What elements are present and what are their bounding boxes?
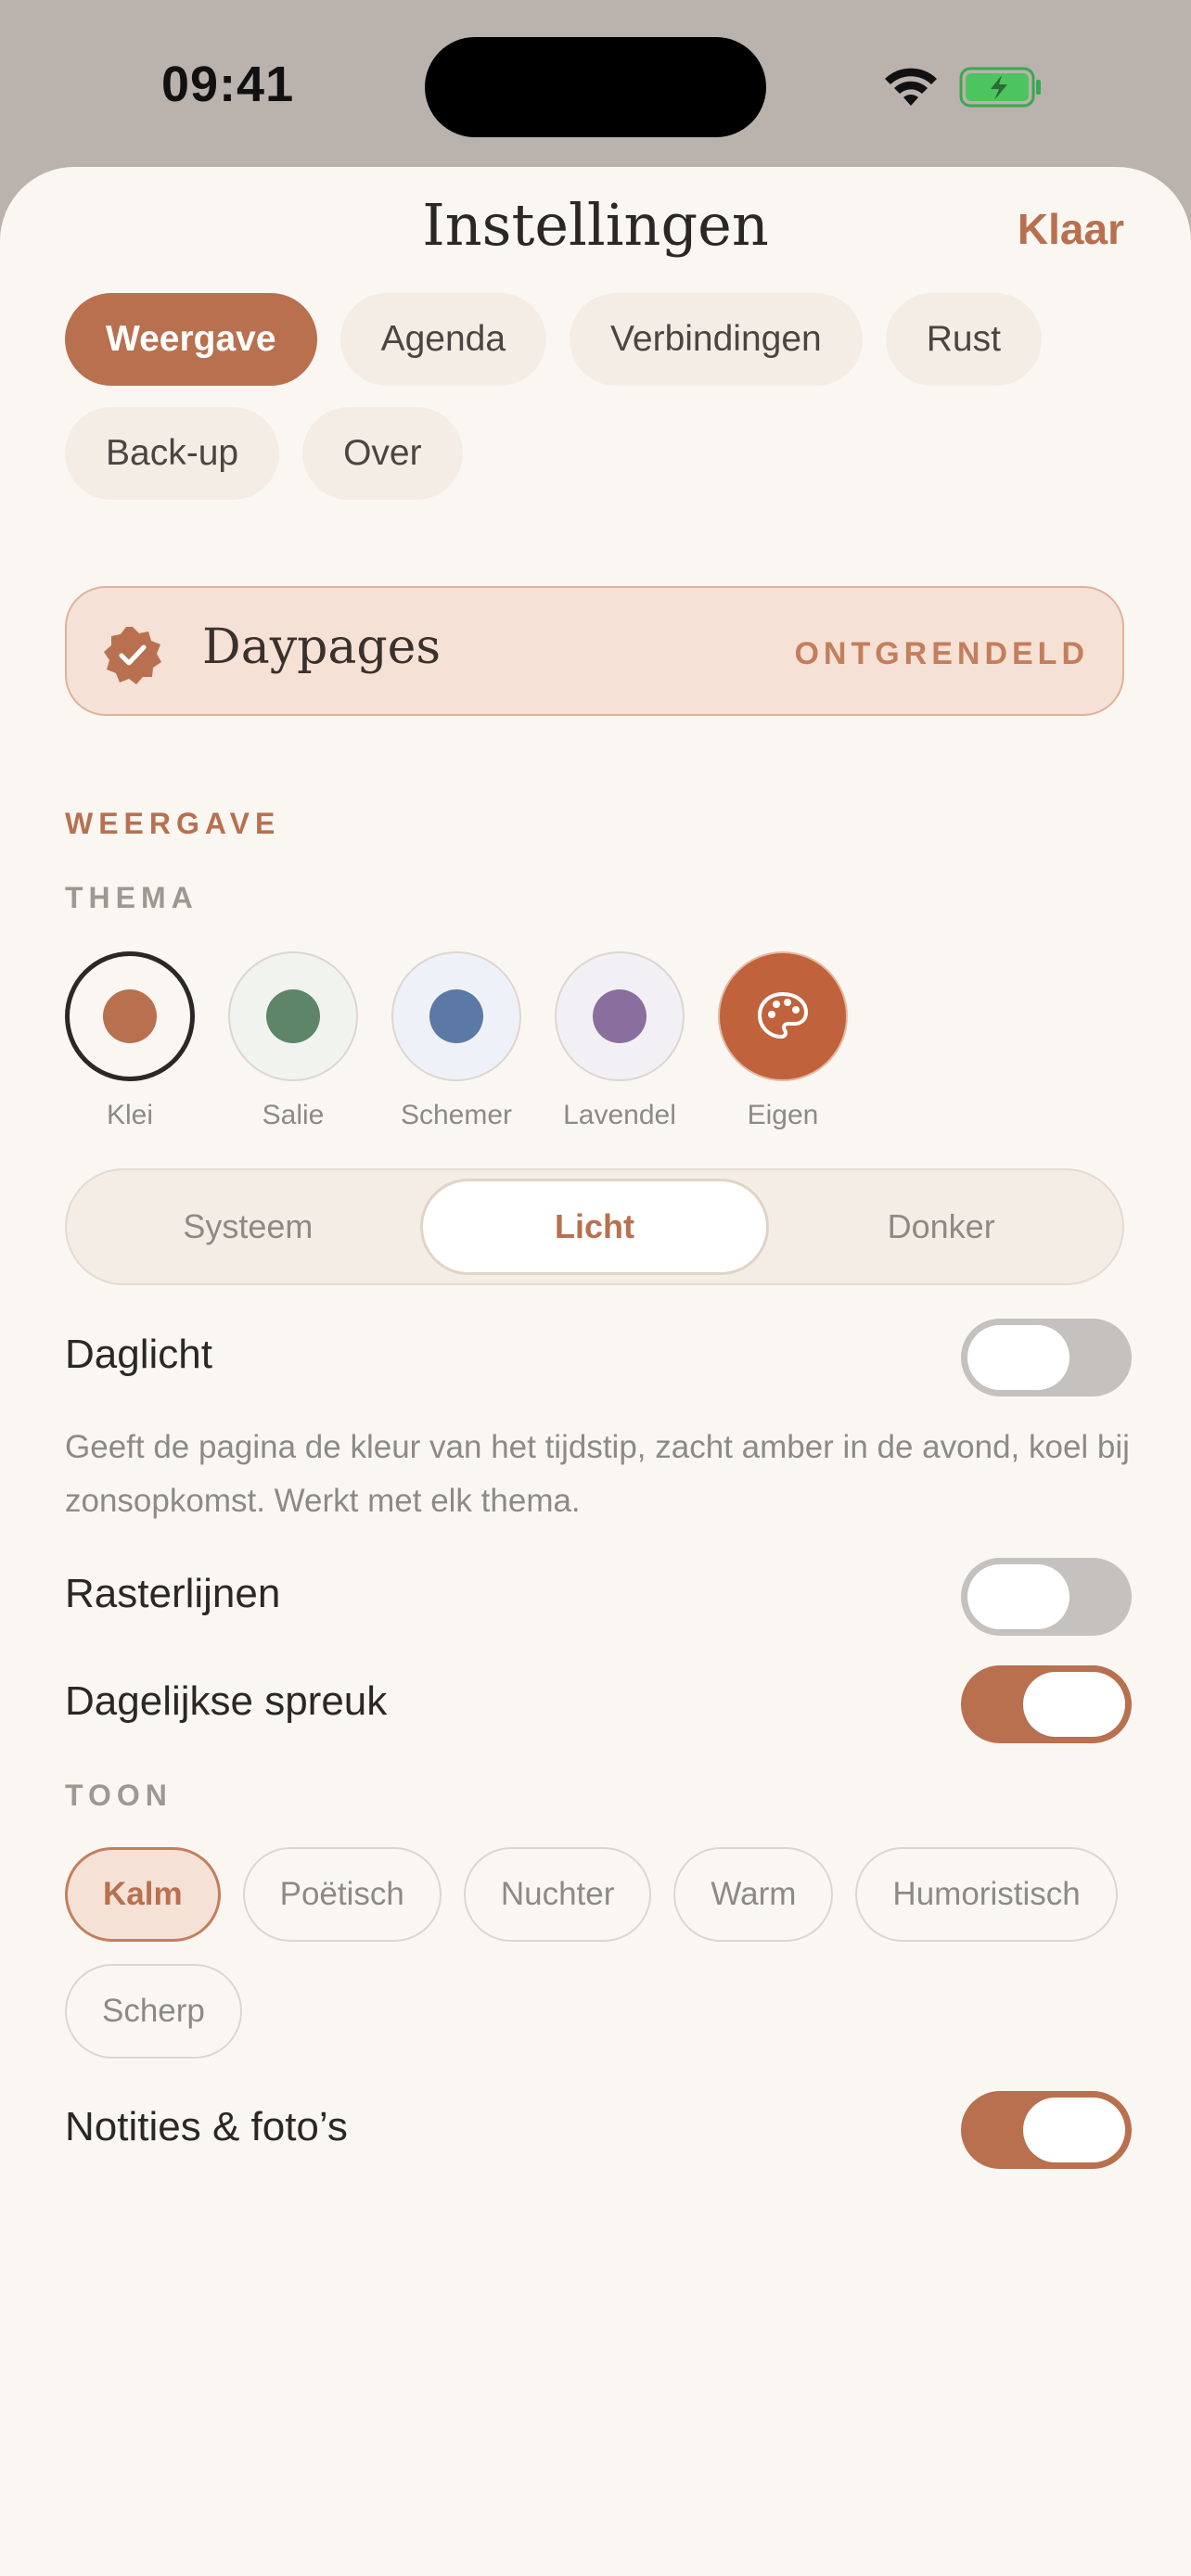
- theme-option-lavendel[interactable]: Lavendel: [555, 951, 685, 1131]
- tone-option-nuchter[interactable]: Nuchter: [463, 1847, 652, 1942]
- tab-rust[interactable]: Rust: [885, 293, 1042, 386]
- theme-swatch: [718, 951, 848, 1081]
- theme-picker: Klei Salie Schemer Lavendel Eigen: [65, 951, 848, 1131]
- theme-swatch: [555, 951, 685, 1081]
- appearance-option-licht[interactable]: Licht: [419, 1179, 770, 1275]
- daylight-label: Daglicht: [65, 1332, 212, 1377]
- tab-verbindingen[interactable]: Verbindingen: [570, 293, 863, 386]
- theme-label: Schemer: [400, 1100, 513, 1130]
- settings-sheet: Instellingen Klaar Weergave Agenda Verbi…: [0, 167, 1191, 2576]
- gridlines-row: Rasterlijnen: [65, 1558, 1132, 1636]
- battery-icon: [959, 67, 1041, 108]
- theme-label: Klei: [106, 1100, 154, 1130]
- notes-photos-toggle[interactable]: [961, 2091, 1132, 2169]
- settings-tabs: Weergave Agenda Verbindingen Rust Back-u…: [65, 293, 1132, 500]
- tone-option-scherp[interactable]: Scherp: [65, 1964, 242, 2059]
- gridlines-label: Rasterlijnen: [65, 1571, 281, 1616]
- theme-swatch: [391, 951, 521, 1081]
- tab-back-up[interactable]: Back-up: [65, 407, 280, 500]
- tone-option-warm[interactable]: Warm: [673, 1847, 834, 1942]
- daily-quote-row: Dagelijkse spreuk: [65, 1665, 1132, 1743]
- theme-option-klei[interactable]: Klei: [65, 951, 195, 1131]
- appearance-option-systeem[interactable]: Systeem: [76, 1179, 420, 1275]
- tone-option-kalm[interactable]: Kalm: [65, 1847, 221, 1942]
- tab-weergave[interactable]: Weergave: [65, 293, 317, 386]
- theme-label: Eigen: [747, 1100, 819, 1130]
- notes-photos-label: Notities & foto’s: [65, 2104, 348, 2149]
- dynamic-island: [425, 37, 766, 137]
- theme-swatch: [65, 951, 195, 1081]
- tab-over[interactable]: Over: [302, 407, 463, 500]
- tone-option-poetisch[interactable]: Poëtisch: [242, 1847, 442, 1942]
- daily-quote-label: Dagelijkse spreuk: [65, 1678, 388, 1724]
- appearance-segmented-control: Systeem Licht Donker: [65, 1168, 1124, 1285]
- theme-label: Salie: [262, 1100, 325, 1130]
- tone-option-humoristisch[interactable]: Humoristisch: [855, 1847, 1118, 1942]
- daylight-row: Daglicht: [65, 1319, 1132, 1396]
- status-bar: 09:41: [0, 0, 1191, 167]
- palette-icon: [757, 991, 809, 1039]
- pro-banner[interactable]: Daypages ONTGRENDELD: [65, 586, 1124, 716]
- theme-option-eigen[interactable]: Eigen: [718, 951, 848, 1131]
- page-title: Instellingen: [422, 191, 769, 259]
- appearance-option-donker[interactable]: Donker: [769, 1179, 1113, 1275]
- pro-status-badge: ONTGRENDELD: [794, 636, 1089, 671]
- gridlines-toggle[interactable]: [961, 1558, 1132, 1636]
- theme-option-salie[interactable]: Salie: [228, 951, 358, 1131]
- theme-label: THEMA: [65, 881, 198, 914]
- notes-photos-row: Notities & foto’s: [65, 2091, 1132, 2169]
- theme-option-schemer[interactable]: Schemer: [391, 951, 521, 1131]
- done-button[interactable]: Klaar: [1018, 204, 1124, 254]
- tab-agenda[interactable]: Agenda: [339, 293, 547, 386]
- wifi-icon: [885, 68, 937, 106]
- verified-badge-icon: [104, 627, 161, 684]
- tone-picker: Kalm Poëtisch Nuchter Warm Humoristisch …: [65, 1847, 1132, 2059]
- theme-swatch: [228, 951, 358, 1081]
- daylight-toggle[interactable]: [961, 1319, 1132, 1396]
- theme-label: Lavendel: [563, 1100, 676, 1130]
- daily-quote-toggle[interactable]: [961, 1665, 1132, 1743]
- tone-label: TOON: [65, 1779, 173, 1812]
- status-time: 09:41: [161, 57, 295, 112]
- daylight-description: Geeft de pagina de kleur van het tijdsti…: [65, 1429, 1130, 1519]
- pro-name: Daypages: [202, 619, 442, 675]
- section-title: WEERGAVE: [65, 807, 281, 840]
